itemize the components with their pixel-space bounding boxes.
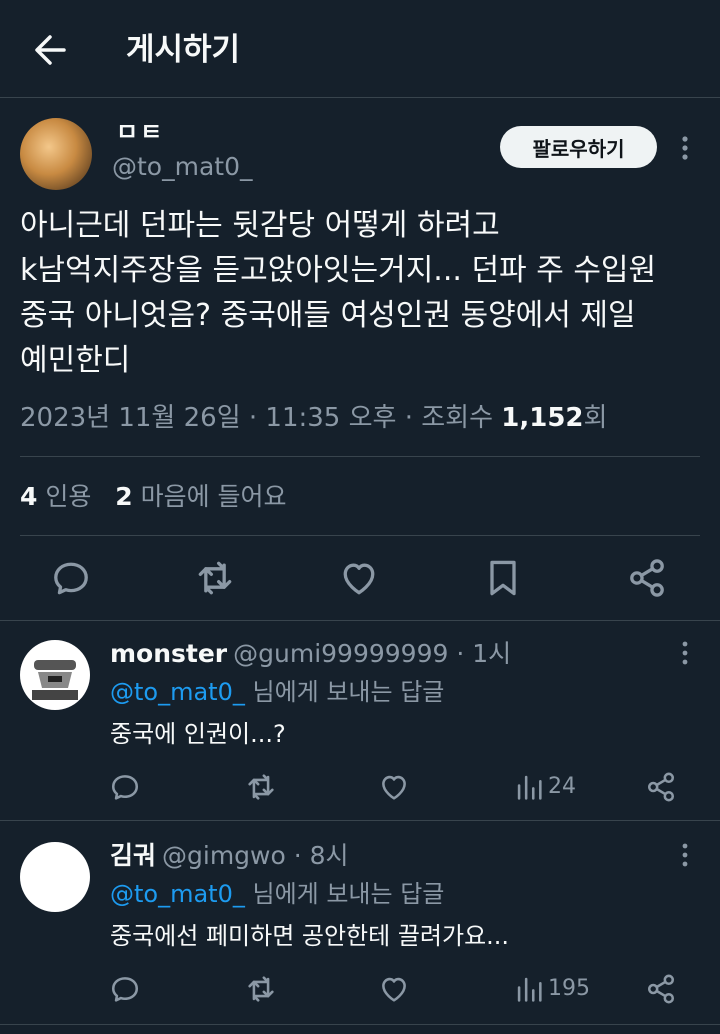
like-icon[interactable]	[377, 972, 411, 1006]
reply-author-handle[interactable]: @gumi99999999	[233, 639, 448, 668]
author-avatar[interactable]	[20, 118, 92, 190]
divider	[0, 620, 720, 621]
likes-count: 2	[115, 482, 133, 511]
tweet-text-line: 예민한디	[20, 343, 131, 378]
reply-author-name[interactable]: monster	[110, 639, 227, 668]
tweet-text-line: k남억지주장을 듣고앉아잇는거지... 던파 주 수입원	[20, 253, 657, 288]
share-icon[interactable]	[625, 556, 669, 600]
divider	[0, 1024, 720, 1025]
back-arrow-icon[interactable]	[30, 30, 70, 70]
reply-to-suffix: 님에게 보내는 답글	[244, 678, 445, 706]
retweet-icon[interactable]	[244, 770, 278, 804]
more-icon[interactable]	[668, 838, 702, 872]
divider	[0, 820, 720, 821]
reply-to-line: @to_mat0_ 님에게 보내는 답글	[110, 676, 444, 708]
tweet-text-line: 중국 아니엇음? 중국애들 여성인권 동양에서 제일	[20, 298, 636, 333]
reply-avatar[interactable]	[20, 640, 90, 710]
mention-link[interactable]: @to_mat0_	[110, 678, 245, 706]
reply-time[interactable]: · 1시	[456, 639, 511, 668]
reply-header: monster @gumi99999999 · 1시	[110, 638, 511, 670]
share-icon[interactable]	[644, 972, 678, 1006]
quotes-stat[interactable]: 4 인용	[20, 482, 91, 511]
reply-text: 중국에 인권이...?	[110, 720, 286, 748]
reply-author-name[interactable]: 김궈	[110, 841, 156, 870]
tweet-meta: 2023년 11월 26일 · 11:35 오후 · 조회수 1,152회	[20, 398, 607, 438]
reply-icon[interactable]	[49, 556, 93, 600]
views-count: 195	[548, 976, 590, 1001]
reply-header: 김궈 @gimgwo · 8시	[110, 840, 349, 872]
reply-author-handle[interactable]: @gimgwo	[162, 841, 286, 870]
tweet-stats: 4 인용 2 마음에 들어요	[20, 477, 287, 517]
more-icon[interactable]	[668, 636, 702, 670]
author-name[interactable]: ㅁㅌ	[116, 118, 164, 146]
retweet-icon[interactable]	[244, 972, 278, 1006]
tweet-text-line: 아니근데 던파는 뒷감당 어떻게 하려고	[20, 208, 500, 243]
tweet-date: 2023년 11월 26일 · 11:35 오후 · 조회수	[20, 403, 502, 433]
like-icon[interactable]	[377, 770, 411, 804]
like-icon[interactable]	[337, 556, 381, 600]
top-bar	[0, 0, 720, 98]
likes-label: 마음에 들어요	[140, 482, 287, 511]
reply-to-suffix: 님에게 보내는 답글	[244, 880, 445, 908]
views-icon[interactable]	[512, 972, 546, 1006]
more-icon[interactable]	[668, 128, 702, 168]
reply-icon[interactable]	[108, 770, 142, 804]
likes-stat[interactable]: 2 마음에 들어요	[115, 482, 286, 511]
views-count: 24	[548, 774, 576, 799]
divider	[20, 456, 700, 457]
quotes-count: 4	[20, 482, 38, 511]
tweet-text: 아니근데 던파는 뒷감당 어떻게 하려고 k남억지주장을 듣고앉아잇는거지...…	[20, 203, 700, 383]
page-title: 게시하기	[126, 32, 241, 68]
divider	[20, 535, 700, 536]
reply-icon[interactable]	[108, 972, 142, 1006]
mention-link[interactable]: @to_mat0_	[110, 880, 245, 908]
follow-button[interactable]: 팔로우하기	[500, 126, 657, 168]
view-suffix: 회	[583, 403, 608, 433]
view-count[interactable]: 1,152	[501, 403, 583, 433]
bookmark-icon[interactable]	[481, 556, 525, 600]
reply-text: 중국에선 페미하면 공안한테 끌려가요...	[110, 922, 510, 950]
author-handle[interactable]: @to_mat0_	[112, 152, 252, 182]
reply-time[interactable]: · 8시	[294, 841, 349, 870]
views-icon[interactable]	[512, 770, 546, 804]
quotes-label: 인용	[45, 482, 92, 511]
reply-avatar[interactable]	[20, 842, 90, 912]
retweet-icon[interactable]	[193, 556, 237, 600]
reply-to-line: @to_mat0_ 님에게 보내는 답글	[110, 878, 444, 910]
share-icon[interactable]	[644, 770, 678, 804]
